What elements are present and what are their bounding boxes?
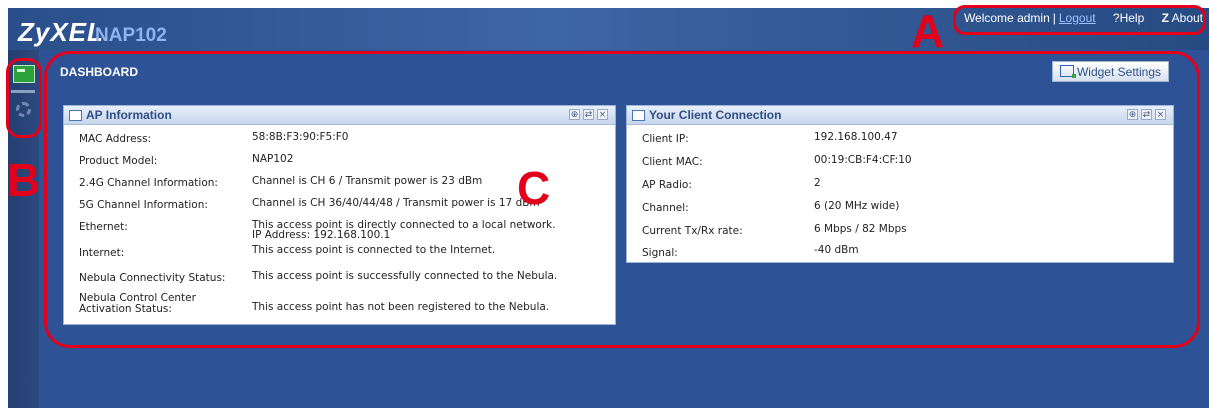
brand-logo: ZyXEL (18, 17, 104, 47)
model-name: NAP102 (95, 25, 167, 46)
annotation-label-c: C (517, 162, 551, 214)
annotation-label-b: B (7, 154, 41, 206)
annotation-box-a (953, 5, 1206, 35)
annotation-box-b (6, 58, 42, 138)
annotation-box-c (44, 51, 1200, 348)
annotation-label-a: A (911, 5, 945, 57)
